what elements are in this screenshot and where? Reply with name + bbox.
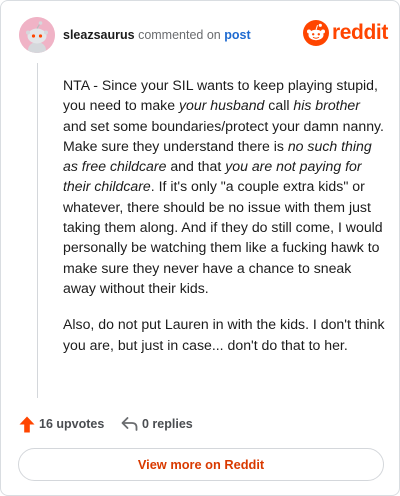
reply-count: 0 replies <box>142 417 193 431</box>
comment-text: . If it's only "a couple extra kids" or … <box>63 178 383 296</box>
comment-paragraph: Also, do not put Lauren in with the kids… <box>63 316 385 353</box>
upvote-count: 16 upvotes <box>39 417 105 431</box>
comment-emphasis: his brother <box>293 97 360 114</box>
comment-paragraph: NTA - Since your SIL wants to keep playi… <box>63 75 385 298</box>
view-more-button[interactable]: View more on Reddit <box>18 448 384 481</box>
upvote-arrow-icon <box>19 416 35 433</box>
comment-actions: 16 upvotes 0 replies <box>19 415 383 435</box>
comment-text: and that <box>166 158 226 175</box>
comment-emphasis: your husband <box>178 97 265 114</box>
comment-body: NTA - Since your SIL wants to keep playi… <box>63 75 385 371</box>
post-link[interactable]: post <box>224 28 250 42</box>
comment-byline: sleazsaurus commented on post <box>63 27 251 43</box>
user-avatar[interactable] <box>19 17 55 53</box>
reply-arrow-icon <box>121 417 138 431</box>
embedded-comment-card: sleazsaurus commented on post reddit NTA… <box>0 0 400 496</box>
commented-on-text: commented on <box>138 28 221 42</box>
snoo-avatar-icon <box>19 17 55 53</box>
username-link[interactable]: sleazsaurus <box>63 28 135 42</box>
comment-text: call <box>264 97 294 114</box>
reddit-wordmark: reddit <box>332 21 388 44</box>
reddit-brand[interactable]: reddit <box>303 19 388 49</box>
reddit-logo-icon <box>303 20 329 46</box>
thread-line <box>37 63 38 398</box>
comment-header: sleazsaurus commented on post reddit <box>19 17 388 53</box>
